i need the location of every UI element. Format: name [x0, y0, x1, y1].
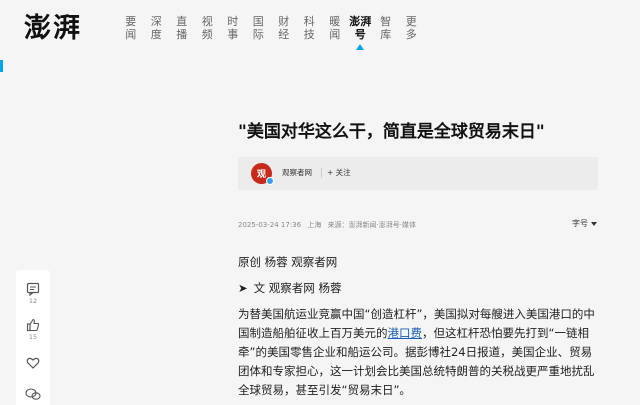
avatar-text: 观 [256, 170, 266, 180]
nav-label: 闻 [125, 28, 137, 41]
nav-label: 号 [354, 28, 366, 41]
nav-item-live[interactable]: 直播 [169, 15, 195, 50]
nav-label: 度 [150, 28, 162, 41]
nav-label: 暖 [329, 15, 341, 28]
scroll-marker [0, 60, 3, 72]
nav-label: 技 [303, 28, 315, 41]
nav-label: 智 [380, 15, 392, 28]
byline-paragraph: 原创 杨蓉 观察者网 [238, 255, 338, 269]
publish-location: 上海 [307, 221, 322, 229]
thumbs-up-icon [26, 318, 40, 332]
nav-item-news[interactable]: 要闻 [118, 15, 144, 50]
article-source: 来源：澎湃新闻·澎湃号·媒体 [327, 221, 417, 229]
caret-down-icon [591, 222, 597, 226]
site-header: 澎湃 要闻 深度 直播 视频 时事 国际 财经 科技 暖闻 澎湃号 智库 更多 [0, 0, 640, 78]
nav-label: 澎湃 [349, 15, 372, 28]
nav-item-warm-news[interactable]: 暖闻 [322, 15, 348, 50]
nav-label: 要 [125, 15, 137, 28]
comment-count: 12 [28, 297, 38, 305]
nav-label: 直 [176, 15, 188, 28]
nav-label: 际 [252, 28, 264, 41]
site-logo[interactable]: 澎湃 [24, 12, 88, 46]
arrow-icon: ➤ [238, 281, 248, 295]
heart-icon [26, 357, 40, 369]
author-card: 观 观察者网 + 关注 [238, 157, 598, 190]
port-fee-link[interactable]: 港口费 [388, 326, 423, 340]
nav-label: 播 [176, 28, 188, 41]
side-toolbar: 12 15 [16, 270, 50, 405]
nav-label: 国 [252, 15, 264, 28]
nav-item-video[interactable]: 视频 [195, 15, 221, 50]
active-indicator-icon [356, 44, 365, 50]
font-size-label: 字号 [572, 219, 588, 228]
nav-item-tech[interactable]: 科技 [297, 15, 323, 50]
main-nav: 要闻 深度 直播 视频 时事 国际 财经 科技 暖闻 澎湃号 智库 更多 [118, 15, 424, 50]
nav-label: 更 [405, 15, 417, 28]
author-line: 文 观察者网 杨蓉 [253, 281, 342, 295]
nav-label: 事 [227, 28, 239, 41]
like-button[interactable]: 15 [16, 318, 50, 342]
author-paragraph: ➤ 文 观察者网 杨蓉 [238, 279, 600, 298]
nav-item-finance[interactable]: 财经 [271, 15, 297, 50]
nav-item-current-affairs[interactable]: 时事 [220, 15, 246, 50]
nav-label: 深 [150, 15, 162, 28]
publish-datetime: 2025-03-24 17:36 [238, 221, 302, 229]
author-name[interactable]: 观察者网 [282, 167, 312, 179]
body-paragraph: 为替美国航运业竞赢中国“创造杠杆”，美国拟对每艘进入美国港口的中国制造船舶征收上… [238, 305, 600, 400]
nav-label: 视 [201, 15, 213, 28]
font-size-dropdown[interactable]: 字号 [572, 218, 597, 230]
nav-label: 闻 [329, 28, 341, 41]
favorite-button[interactable] [16, 356, 50, 370]
nav-item-depth[interactable]: 深度 [144, 15, 170, 50]
divider [321, 168, 322, 178]
nav-item-think-tank[interactable]: 智库 [373, 15, 399, 50]
wechat-icon [25, 388, 41, 400]
nav-label: 频 [201, 28, 213, 41]
nav-item-pengpai-hao[interactable]: 澎湃号 [348, 15, 374, 50]
nav-label: 多 [405, 28, 417, 41]
verified-badge-icon [266, 177, 274, 185]
article-meta: 2025-03-24 17:36 上海 来源：澎湃新闻·澎湃号·媒体 [238, 220, 420, 230]
follow-button[interactable]: + 关注 [327, 167, 351, 179]
comment-icon [26, 282, 40, 296]
article-title: "美国对华这么干，简直是全球贸易末日" [238, 122, 545, 142]
logo-text: 澎湃 [24, 13, 82, 44]
like-count: 15 [28, 333, 38, 341]
nav-label: 财 [278, 15, 290, 28]
author-avatar[interactable]: 观 [251, 163, 274, 185]
nav-label: 库 [380, 28, 392, 41]
nav-label: 时 [227, 15, 239, 28]
nav-label: 科 [303, 15, 315, 28]
wechat-share-button[interactable] [16, 388, 50, 400]
comment-button[interactable]: 12 [16, 282, 50, 306]
nav-item-international[interactable]: 国际 [246, 15, 272, 50]
nav-label: 经 [278, 28, 290, 41]
nav-item-more[interactable]: 更多 [399, 15, 425, 50]
